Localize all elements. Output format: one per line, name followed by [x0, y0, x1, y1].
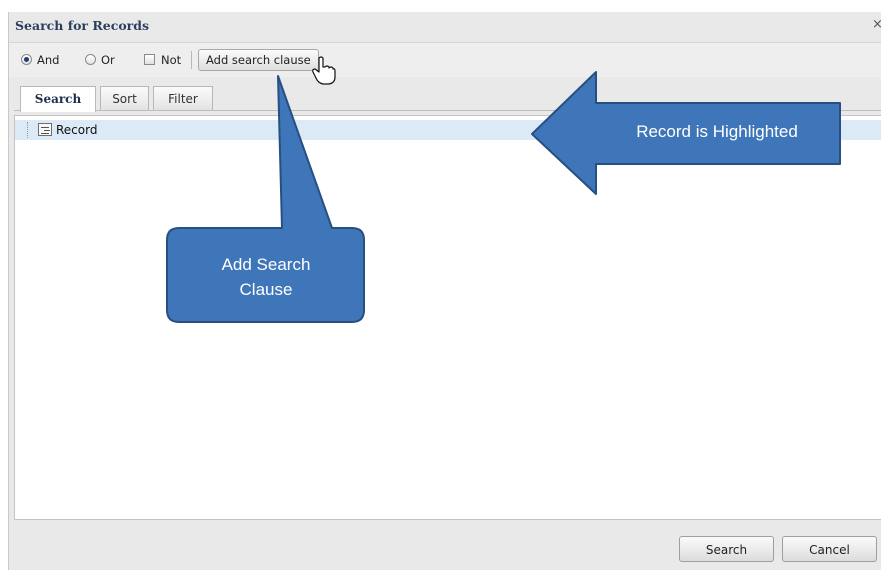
hand-cursor-icon [312, 56, 336, 85]
add-clause-callout-line2: Clause [239, 280, 293, 299]
add-clause-callout-text: Add Search Clause [170, 252, 362, 302]
callout-arrows [166, 71, 841, 323]
record-callout-text: Record is Highlighted [636, 122, 798, 141]
add-clause-callout-line1: Add Search [221, 255, 311, 274]
